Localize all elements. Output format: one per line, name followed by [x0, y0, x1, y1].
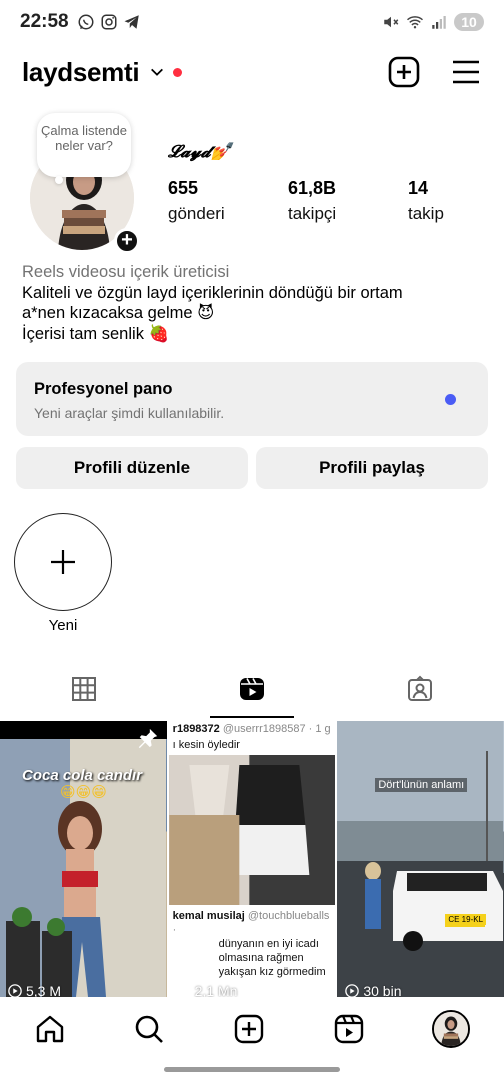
grid-icon — [72, 677, 96, 701]
tab-tagged[interactable] — [336, 660, 504, 718]
profile-stats: 655 gönderi 61,8B takipçi 14 takip — [168, 178, 504, 224]
battery-indicator: 10 — [454, 13, 484, 31]
new-highlight[interactable]: Yeni — [14, 513, 112, 634]
stat-value: 655 — [168, 178, 199, 198]
play-icon — [8, 984, 22, 997]
tweet-text: ı kesin öyledir — [172, 739, 240, 751]
tab-grid[interactable] — [0, 660, 168, 718]
display-name: 𝓛𝓪𝔂𝓭💅 — [168, 142, 232, 162]
stat-followers[interactable]: 61,8B takipçi — [288, 178, 408, 224]
stat-label: takipçi — [288, 204, 337, 223]
dashboard-subtitle: Yeni araçlar şimdi kullanılabilir. — [34, 405, 225, 421]
create-icon[interactable] — [233, 1013, 265, 1045]
new-highlight-button[interactable] — [14, 513, 112, 611]
home-icon[interactable] — [34, 1013, 66, 1045]
play-icon — [345, 984, 360, 997]
reel-views: 5,3 M — [8, 983, 61, 997]
reel-caption: Coca cola candır — [22, 767, 143, 784]
quoted-text: dünyanın en iyi icadı olmasına rağmen ya… — [218, 938, 326, 978]
stat-label: takip — [408, 204, 444, 223]
chevron-down-icon[interactable] — [149, 64, 165, 80]
tab-reels[interactable] — [168, 660, 336, 718]
reel-thumbnail[interactable]: Coca cola candır 😁😁😁 5,3 M — [0, 721, 167, 997]
reels-grid: Coca cola candır 😁😁😁 5,3 M r1898372 @use… — [0, 721, 504, 997]
stat-value: 14 — [408, 178, 429, 198]
plus-icon — [51, 550, 75, 574]
content-tabs — [0, 660, 504, 718]
bio: Reels videosu içerik üreticisi Kaliteli … — [22, 262, 492, 344]
reel-thumbnail[interactable]: Dört'lünün anlamı CE 19-KL 30 bin — [337, 721, 504, 997]
add-story-button[interactable]: + — [114, 228, 140, 254]
bottom-navigation — [0, 998, 504, 1060]
share-profile-button[interactable]: Profili paylaş — [256, 447, 488, 489]
reel-image — [0, 739, 166, 997]
tweet-header: r1898372 @userrr1898587 · 1 g — [169, 721, 336, 737]
add-post-icon[interactable] — [388, 56, 420, 88]
play-icon — [176, 984, 191, 997]
tweet-handle: @userrr1898587 · 1 g — [222, 723, 331, 735]
reel-views-count: 2,1 Mn — [194, 983, 238, 997]
quoted-tweet: kemal musilaj @touchblueballs · dünyanın… — [169, 909, 336, 979]
reel-emoji: 😁😁😁 — [60, 784, 107, 801]
search-icon[interactable] — [133, 1013, 165, 1045]
tweet-user: r1898372 — [172, 723, 220, 735]
highlight-label: Yeni — [48, 617, 78, 634]
menu-icon[interactable] — [450, 56, 482, 88]
profile-avatar[interactable] — [432, 1010, 471, 1048]
license-plate: CE 19-KL — [445, 914, 487, 925]
bio-line: Kaliteli ve özgün layd içeriklerinin dön… — [22, 283, 403, 302]
quoted-user: kemal musilaj — [172, 910, 245, 922]
reel-caption: Dört'lünün anlamı — [375, 778, 468, 792]
tagged-icon — [408, 675, 432, 701]
whatsapp-icon — [78, 14, 94, 30]
status-bar: 22:58 10 — [0, 0, 504, 44]
status-time: 22:58 — [20, 11, 69, 32]
signal-icon — [432, 16, 446, 29]
reel-image — [337, 721, 504, 997]
mute-icon — [384, 16, 399, 28]
wifi-icon — [407, 16, 423, 29]
stat-posts[interactable]: 655 gönderi — [168, 178, 288, 224]
reel-views-count: 30 bin — [363, 983, 402, 997]
reel-views-count: 5,3 M — [26, 983, 62, 997]
pin-icon — [138, 728, 157, 749]
telegram-icon — [124, 15, 139, 29]
reel-views: 30 bin — [345, 983, 402, 997]
new-indicator-dot — [445, 394, 456, 405]
reels-icon — [240, 678, 264, 700]
reel-photo-shapes — [169, 755, 336, 905]
stat-value: 61,8B — [288, 178, 337, 198]
bio-line: a*nen kızacaksa gelme 😈 — [22, 304, 215, 322]
bio-line: İçerisi tam senlik 🍓 — [22, 324, 170, 343]
username[interactable]: laydsemti — [22, 57, 140, 88]
reel-image — [168, 755, 336, 905]
profile-header: laydsemti — [0, 52, 504, 92]
dashboard-title: Profesyonel pano — [34, 380, 173, 398]
stat-label: gönderi — [168, 204, 225, 223]
professional-dashboard-card[interactable]: Profesyonel pano Yeni araçlar şimdi kull… — [16, 362, 488, 436]
avatar-image — [434, 1012, 469, 1046]
instagram-icon — [101, 14, 117, 30]
stat-following[interactable]: 14 takip — [408, 178, 504, 224]
reel-thumbnail[interactable]: r1898372 @userrr1898587 · 1 g ı kesin öy… — [168, 721, 336, 997]
bio-category: Reels videosu içerik üreticisi — [22, 263, 230, 281]
home-indicator[interactable] — [164, 1067, 340, 1072]
note-bubble-tail — [55, 176, 63, 184]
note-bubble[interactable]: Çalma listende neler var? — [37, 113, 131, 177]
reels-nav-icon[interactable] — [333, 1013, 365, 1045]
profile-buttons: Profili düzenle Profili paylaş — [16, 447, 488, 489]
reel-views: 2,1 Mn — [176, 983, 238, 997]
notification-dot — [173, 67, 183, 77]
edit-profile-button[interactable]: Profili düzenle — [16, 447, 248, 489]
